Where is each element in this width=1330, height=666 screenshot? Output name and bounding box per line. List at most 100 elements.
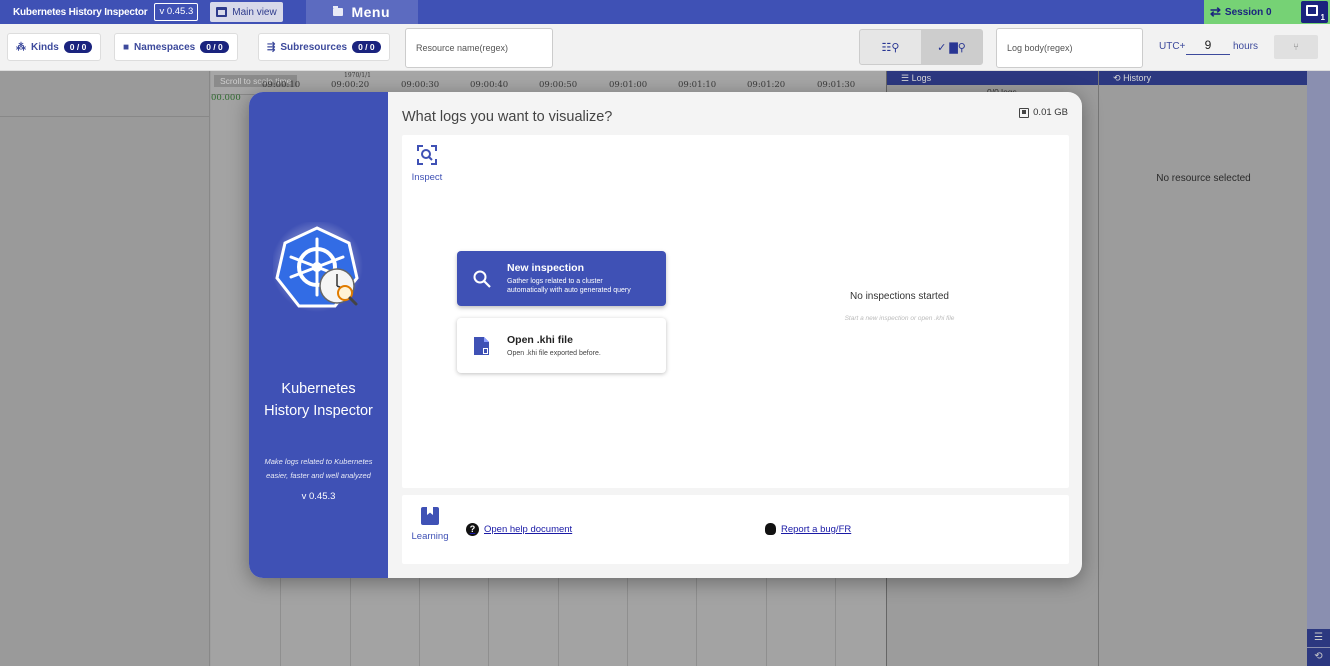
history-icon: ⟲ — [1314, 651, 1323, 662]
resource-list-header — [0, 71, 209, 117]
main-view-button[interactable]: Main view — [210, 2, 283, 22]
file-search-icon: ▇⚲ — [949, 41, 966, 54]
history-tab[interactable]: ⟲ History — [1099, 71, 1307, 85]
kinds-count: 0 / 0 — [63, 41, 93, 53]
chip-icon — [1019, 107, 1030, 118]
session-count: 1 — [1320, 13, 1325, 22]
new-inspection-button[interactable]: New inspection Gather logs related to a … — [457, 251, 666, 306]
timeline-tick: 09:01:20 — [747, 80, 786, 90]
topology-button[interactable]: ⑂ — [1274, 35, 1318, 59]
timeline-tick: 09:00:40 — [470, 80, 509, 90]
kinds-label: Kinds — [31, 41, 59, 53]
timeline-zero: 00.000 — [211, 93, 241, 103]
kinds-icon: ⁂ — [16, 41, 26, 53]
log-search-toggle[interactable]: ✓ ▇⚲ — [921, 30, 982, 64]
bug-link-label: Report a bug/FR — [781, 523, 852, 535]
dialog-app-name: Kubernetes History Inspector — [249, 378, 388, 422]
log-body-placeholder: Log body(regex) — [1007, 43, 1073, 53]
subresource-icon: ⇶ — [267, 41, 276, 53]
utc-label: UTC+ — [1159, 41, 1186, 52]
search-icon — [473, 270, 491, 288]
session-button[interactable]: ⇄ Session 0 1 — [1204, 0, 1330, 24]
learning-panel: Learning ? Open help document Report a b… — [402, 495, 1069, 564]
logs-tab-label: Logs — [911, 73, 932, 83]
timeline-tick: 09:01:00 — [609, 80, 648, 90]
learning-label: Learning — [411, 531, 449, 542]
session-label: Session 0 — [1224, 6, 1272, 18]
subresources-count: 0 / 0 — [352, 41, 381, 53]
folder-icon — [333, 6, 344, 16]
startup-dialog: Kubernetes History Inspector Make logs r… — [249, 92, 1082, 578]
new-inspection-title: New inspection — [507, 262, 585, 274]
log-filter-toggle-group: ☷⚲ ✓ ▇⚲ — [859, 29, 983, 65]
resource-name-placeholder: Resource name(regex) — [416, 43, 509, 53]
hours-label: hours — [1233, 41, 1259, 52]
top-bar: Kubernetes History Inspector v 0.45.3 Ma… — [0, 0, 1330, 24]
namespaces-filter-button[interactable]: ■ Namespaces 0 / 0 — [114, 33, 238, 61]
inspection-panel: Inspect New inspection Gather logs relat… — [402, 135, 1069, 488]
open-khi-file-button[interactable]: Open .khi file Open .khi file exported b… — [457, 318, 666, 373]
timeline-date: 1970/1/1 — [344, 72, 371, 79]
storage-value: 0.01 GB — [1033, 107, 1068, 118]
subresources-filter-button[interactable]: ⇶ Subresources 0 / 0 — [258, 33, 390, 61]
namespaces-count: 0 / 0 — [200, 41, 229, 53]
storage-usage: 0.01 GB — [1019, 107, 1068, 118]
resource-name-input[interactable]: Resource name(regex) — [405, 28, 553, 68]
book-icon — [421, 507, 439, 525]
folder-icon: ■ — [123, 41, 130, 53]
menu-label: Menu — [351, 4, 390, 20]
description-line: Make logs related to Kubernetes — [264, 457, 373, 466]
window-icon — [1306, 5, 1318, 16]
help-document-link[interactable]: ? Open help document — [466, 523, 572, 536]
logs-toggle-button[interactable]: ☰ — [1307, 629, 1330, 647]
timeline-tick: 09:00:50 — [539, 80, 578, 90]
timeline-tick: 09:00:30 — [401, 80, 440, 90]
logs-icon: ☰ — [901, 73, 910, 83]
topology-icon: ⑂ — [1293, 41, 1299, 53]
report-bug-link[interactable]: Report a bug/FR — [765, 523, 851, 535]
namespaces-label: Namespaces — [134, 41, 196, 53]
bug-icon — [765, 523, 776, 535]
menu-button[interactable]: Menu — [305, 0, 418, 24]
logs-tab[interactable]: ☰ Logs — [887, 71, 1098, 85]
open-file-desc: Open .khi file exported before. — [507, 349, 601, 357]
history-tab-label: History — [1123, 73, 1152, 83]
empty-state-subtitle: Start a new inspection or open .khi file — [844, 315, 955, 322]
list-icon: ☰ — [1314, 632, 1323, 643]
session-count-badge[interactable]: 1 — [1301, 1, 1328, 23]
app-name-line: History Inspector — [264, 403, 373, 419]
help-link-label: Open help document — [484, 524, 573, 535]
log-body-input[interactable]: Log body(regex) — [996, 28, 1143, 68]
app-title: Kubernetes History Inspector — [13, 6, 148, 18]
list-search-icon: ☷⚲ — [881, 41, 900, 54]
history-toggle-button[interactable]: ⟲ — [1307, 648, 1330, 666]
filter-bar: ⁂ Kinds 0 / 0 ■ Namespaces 0 / 0 ⇶ Subre… — [0, 24, 1330, 71]
help-icon: ? — [466, 523, 479, 536]
dialog-title: What logs you want to visualize? — [402, 109, 613, 125]
timeline-tick: 09:00:20 — [331, 80, 370, 90]
kinds-filter-button[interactable]: ⁂ Kinds 0 / 0 — [7, 33, 102, 61]
subresources-label: Subresources — [280, 41, 348, 53]
inspect-icon — [417, 145, 437, 165]
utc-offset-input[interactable]: 9 — [1186, 38, 1230, 55]
version-badge: v 0.45.3 — [154, 3, 199, 21]
main-view-label: Main view — [232, 6, 277, 18]
dialog-app-description: Make logs related to Kubernetes easier, … — [249, 455, 388, 483]
dialog-version: v 0.45.3 — [301, 491, 336, 502]
swap-icon: ⇄ — [1210, 4, 1221, 19]
inspect-tab[interactable]: Inspect — [407, 145, 447, 183]
learning-tab[interactable]: Learning — [408, 507, 452, 542]
open-file-title: Open .khi file — [507, 333, 573, 346]
empty-state-title: No inspections started — [850, 291, 949, 302]
check-icon: ✓ — [937, 41, 947, 54]
resource-list-pane — [0, 71, 210, 666]
file-icon — [474, 336, 489, 355]
history-icon: ⟲ — [1113, 73, 1121, 83]
timeline-search-toggle[interactable]: ☷⚲ — [860, 30, 921, 64]
window-icon — [216, 7, 228, 17]
new-inspection-desc: automatically with auto generated query — [507, 287, 631, 294]
timeline-tick: 09:01:10 — [678, 80, 717, 90]
description-line: easier, faster and well analyzed — [266, 471, 371, 480]
timeline-tick: 09:00:10 — [262, 80, 301, 90]
kubernetes-logo-icon — [273, 222, 363, 312]
